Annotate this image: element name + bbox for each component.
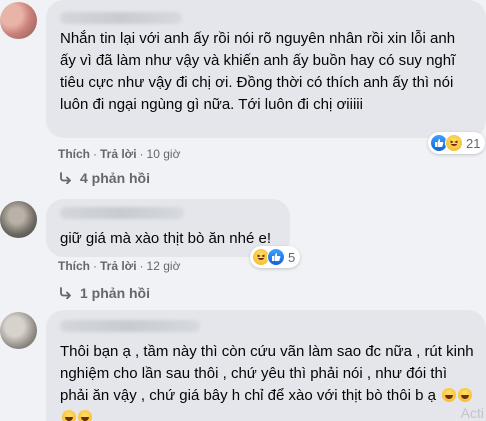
commenter-avatar[interactable] bbox=[0, 312, 37, 349]
view-replies-link[interactable]: 1 phản hồi bbox=[58, 285, 150, 301]
haha-icon bbox=[445, 134, 463, 152]
comment-text: Nhắn tin lại với anh ấy rồi nói rõ nguyê… bbox=[60, 30, 456, 113]
reaction-summary[interactable]: 21 bbox=[428, 132, 486, 154]
reaction-summary[interactable]: 5 bbox=[250, 246, 301, 268]
comment-bubble: Nhắn tin lại với anh ấy rồi nói rõ nguyê… bbox=[46, 0, 486, 138]
blurred-commenter-name[interactable] bbox=[60, 320, 200, 332]
reply-link[interactable]: Trả lời bbox=[100, 147, 137, 161]
like-icon bbox=[267, 248, 285, 266]
comment-time[interactable]: 10 giờ bbox=[147, 147, 181, 161]
reaction-count: 5 bbox=[288, 249, 296, 265]
commenter-avatar[interactable] bbox=[0, 2, 37, 39]
comment-actions: Thích · Trả lời · 12 giờ bbox=[58, 259, 180, 273]
separator-dot: · bbox=[93, 147, 97, 161]
reply-arrow-icon bbox=[60, 172, 71, 184]
view-replies-link[interactable]: 4 phản hồi bbox=[58, 170, 150, 186]
replies-count-label: 1 phản hồi bbox=[80, 285, 150, 301]
haha-emoji-icon bbox=[458, 388, 473, 402]
reaction-count: 21 bbox=[466, 135, 481, 151]
comment-actions: Thích · Trả lời · 10 giờ bbox=[58, 147, 180, 161]
replies-count-label: 4 phản hồi bbox=[80, 170, 150, 186]
haha-emoji-icon bbox=[78, 410, 92, 421]
reply-link[interactable]: Trả lời bbox=[100, 259, 137, 273]
comment-text-body: Thôi bạn ạ , tầm này thì còn cứu vãn làm… bbox=[60, 343, 474, 404]
like-link[interactable]: Thích bbox=[58, 259, 90, 273]
like-link[interactable]: Thích bbox=[58, 147, 90, 161]
haha-emoji-icon bbox=[442, 388, 457, 402]
commenter-avatar[interactable] bbox=[0, 201, 37, 238]
activate-windows-watermark: Acti bbox=[460, 405, 484, 421]
separator-dot: · bbox=[139, 147, 144, 161]
comment-text: giữ giá mà xào thịt bò ăn nhé e! bbox=[60, 230, 272, 247]
reply-arrow-icon bbox=[60, 287, 71, 299]
separator-dot: · bbox=[139, 259, 144, 273]
blurred-commenter-name[interactable] bbox=[60, 12, 182, 24]
comment-bubble: Thôi bạn ạ , tầm này thì còn cứu vãn làm… bbox=[46, 310, 486, 421]
separator-dot: · bbox=[93, 259, 97, 273]
comment-time[interactable]: 12 giờ bbox=[147, 259, 181, 273]
haha-emoji-icon bbox=[62, 410, 76, 421]
comment-text: Thôi bạn ạ , tầm này thì còn cứu vãn làm… bbox=[60, 341, 474, 421]
blurred-commenter-name[interactable] bbox=[60, 207, 184, 219]
